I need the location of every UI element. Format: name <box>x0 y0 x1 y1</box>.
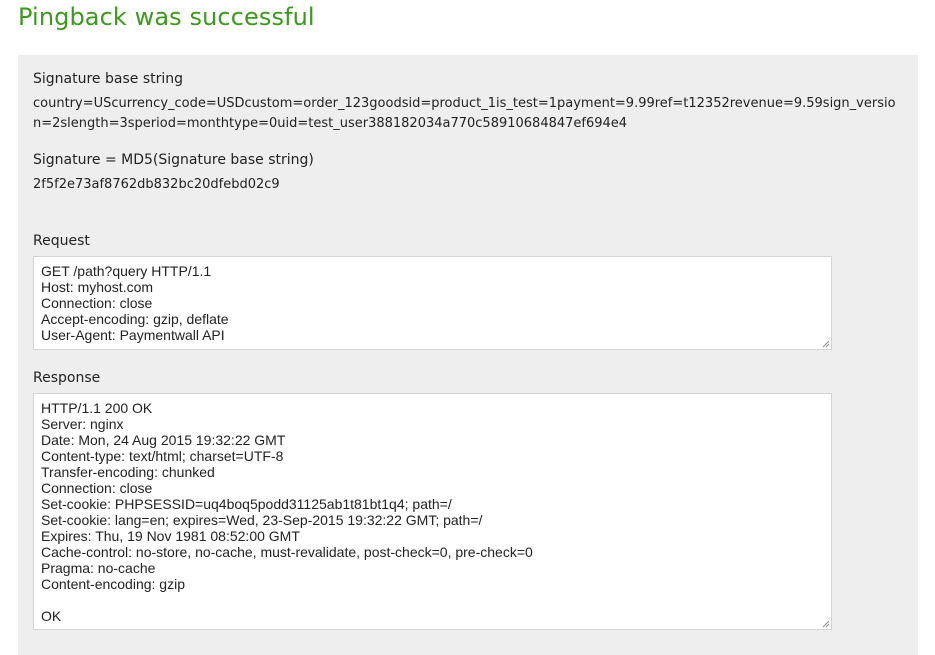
signature-label: Signature = MD5(Signature base string) <box>33 152 314 168</box>
signature-value: 2f5f2e73af8762db832bc20dfebd02c9 <box>33 177 280 192</box>
response-label: Response <box>33 370 101 386</box>
signature-base-label: Signature base string <box>33 71 184 87</box>
resize-grip-icon[interactable] <box>822 340 830 348</box>
resize-grip-icon[interactable] <box>822 620 830 628</box>
response-field-wrapper: HTTP/1.1 200 OK Server: nginx Date: Mon,… <box>18 393 918 630</box>
response-textarea[interactable]: HTTP/1.1 200 OK Server: nginx Date: Mon,… <box>33 393 832 630</box>
request-textarea[interactable]: GET /path?query HTTP/1.1 Host: myhost.co… <box>33 256 832 350</box>
signature-base-value: country=UScurrency_code=USDcustom=order_… <box>33 96 896 131</box>
page-title: Pingback was successful <box>18 3 315 31</box>
request-label: Request <box>33 233 90 249</box>
result-panel: Signature base string country=UScurrency… <box>18 55 918 655</box>
request-field-wrapper: GET /path?query HTTP/1.1 Host: myhost.co… <box>18 256 918 350</box>
